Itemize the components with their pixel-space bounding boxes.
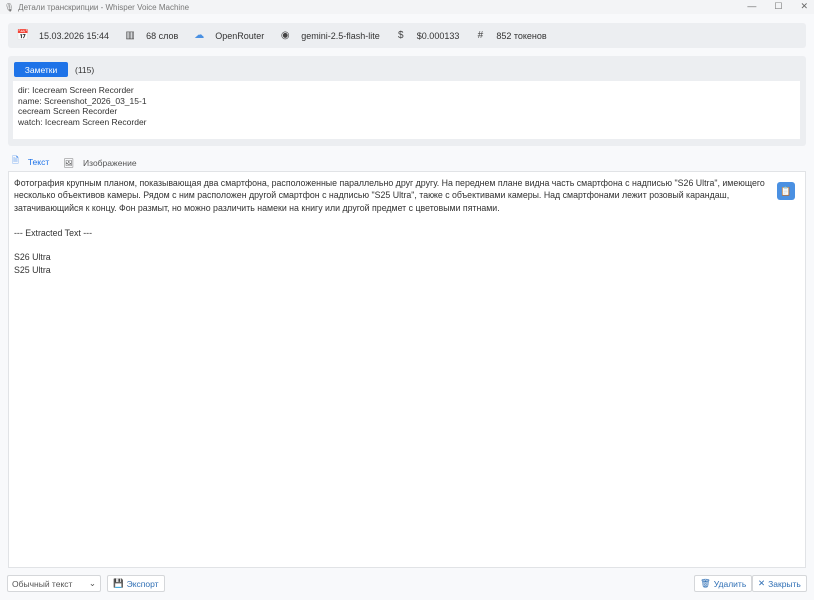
- info-tokens: #852 токенов: [473, 30, 547, 41]
- chevron-down-icon: ⌄: [88, 578, 96, 588]
- minimize-button[interactable]: —: [747, 1, 756, 12]
- format-select[interactable]: Обычный текст ⌄: [7, 575, 101, 592]
- info-date: 📅 15.03.2026 15:44: [16, 30, 110, 41]
- eye-icon: ◉: [280, 30, 290, 41]
- chart-icon: ▥: [125, 30, 135, 41]
- info-provider: ☁ OpenRouter: [194, 30, 265, 41]
- clipboard-icon: 📋: [780, 185, 792, 196]
- trash-icon: 🗑: [700, 578, 711, 588]
- info-words: ▥ 68 слов: [123, 30, 178, 41]
- app-mic-icon: 🎙: [4, 2, 15, 12]
- notes-panel: Заметки (115) dir: Icecream Screen Recor…: [8, 56, 806, 146]
- info-bar: 📅 15.03.2026 15:44 ▥ 68 слов ☁ OpenRouter ◉…: [8, 23, 806, 48]
- notes-text[interactable]: dir: Icecream Screen Recorder name: Scre…: [13, 81, 800, 139]
- notes-button[interactable]: Заметки: [14, 62, 68, 77]
- dollar-icon: $: [398, 30, 404, 41]
- window-title: Детали транскрипции - Whisper Voice Mach…: [18, 2, 190, 12]
- save-icon: 💾: [113, 578, 124, 588]
- transcription-text[interactable]: Фотография крупным планом, показывающая …: [8, 171, 806, 568]
- info-cost: $ $0.000133: [394, 30, 459, 41]
- hash-icon: #: [477, 30, 484, 41]
- document-icon: 🗎: [12, 155, 19, 165]
- maximize-button[interactable]: ☐: [774, 1, 782, 12]
- notes-count: (115): [75, 65, 95, 75]
- info-model: ◉ gemini-2.5-flash-lite: [278, 30, 380, 41]
- x-icon: ✕: [758, 578, 766, 588]
- title-bar: 🎙 Детали транскрипции - Whisper Voice Ma…: [0, 0, 814, 14]
- image-icon: 🖼: [63, 157, 75, 168]
- close-window-button[interactable]: ✕: [800, 1, 808, 12]
- copy-button[interactable]: 📋: [777, 182, 795, 200]
- calendar-icon: 📅: [16, 30, 30, 41]
- close-button[interactable]: ✕ Закрыть: [752, 575, 807, 592]
- cloud-icon: ☁: [194, 30, 205, 41]
- export-button[interactable]: 💾 Экспорт: [107, 575, 165, 592]
- delete-button[interactable]: 🗑 Удалить: [694, 575, 753, 592]
